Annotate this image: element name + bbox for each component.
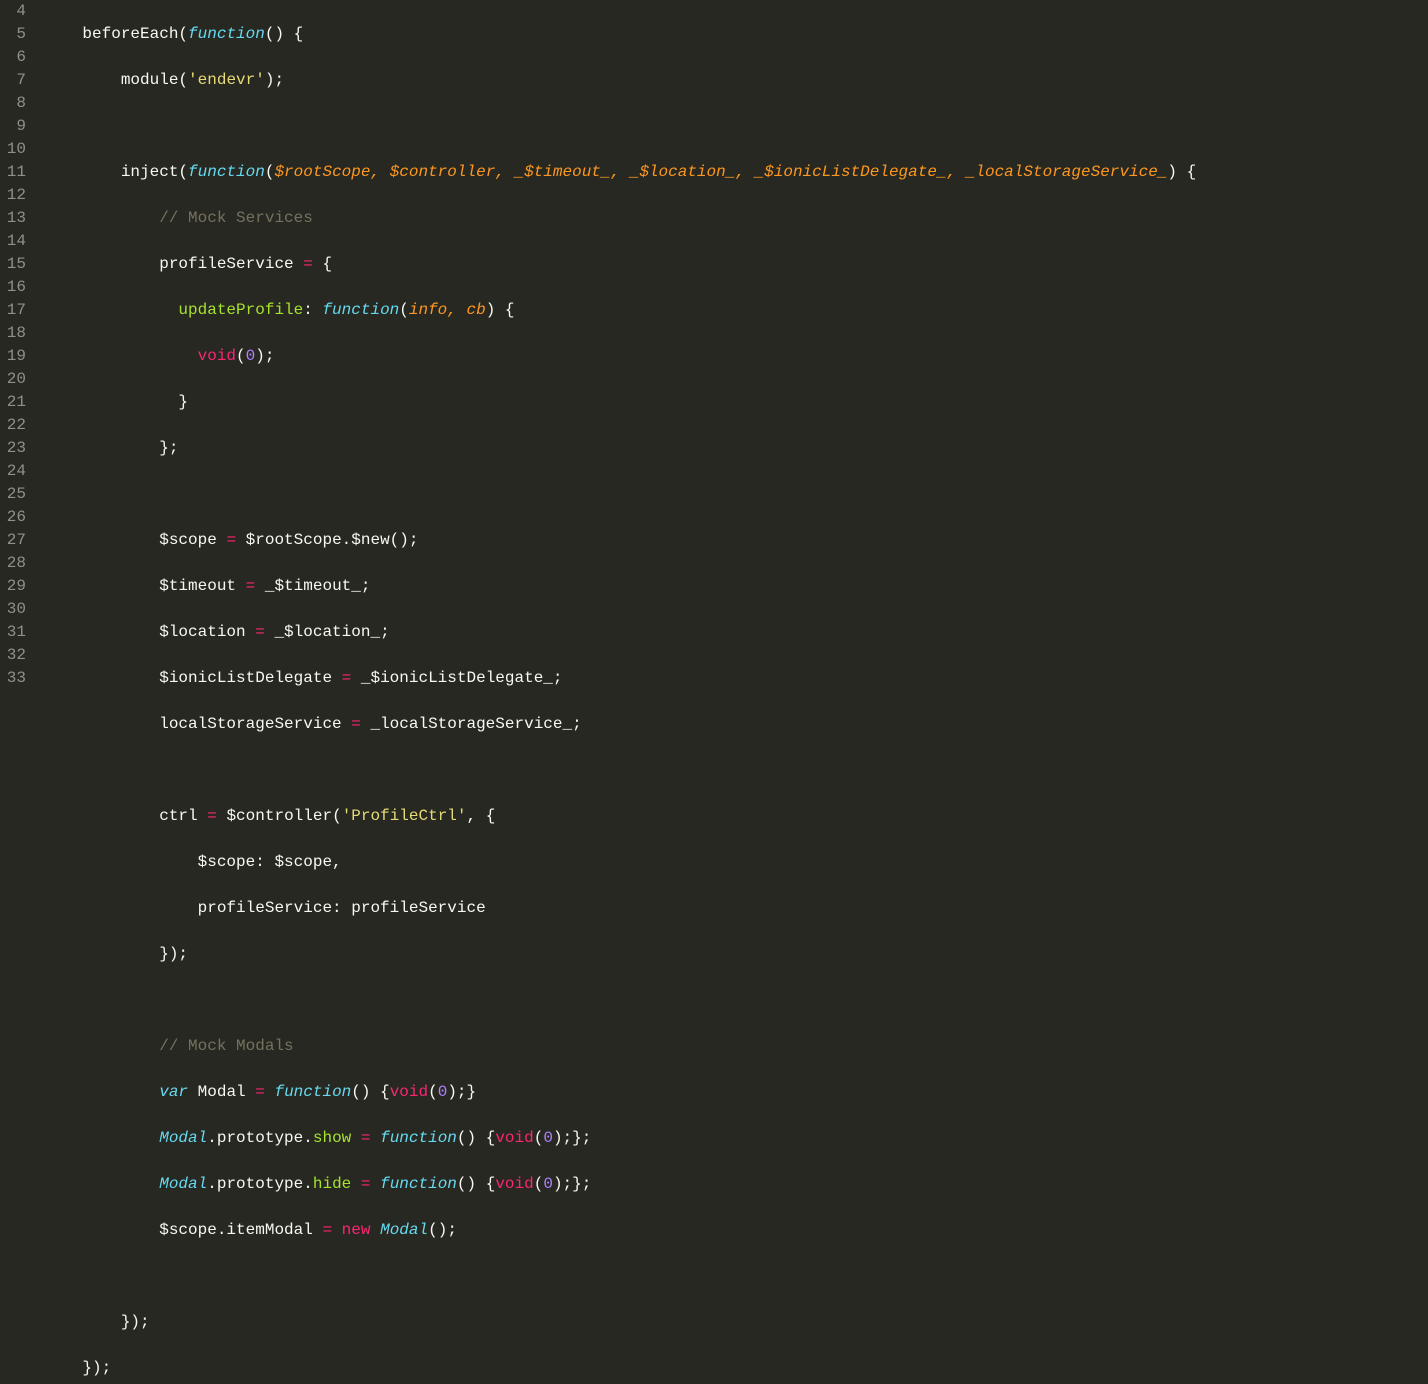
code-line: var Modal = function() {void(0);} xyxy=(44,1081,1428,1104)
code-line: ctrl = $controller('ProfileCtrl', { xyxy=(44,805,1428,828)
code-line: }); xyxy=(44,943,1428,966)
code-line: profileService = { xyxy=(44,253,1428,276)
code-line: } xyxy=(44,391,1428,414)
code-line: $timeout = _$timeout_; xyxy=(44,575,1428,598)
code-line: profileService: profileService xyxy=(44,897,1428,920)
code-line: $location = _$location_; xyxy=(44,621,1428,644)
line-number: 6 xyxy=(0,46,26,69)
line-number: 4 xyxy=(0,0,26,23)
code-line: Modal.prototype.show = function() {void(… xyxy=(44,1127,1428,1150)
code-line xyxy=(44,989,1428,1012)
line-number: 15 xyxy=(0,253,26,276)
code-line xyxy=(44,483,1428,506)
line-number: 7 xyxy=(0,69,26,92)
code-line: $scope.itemModal = new Modal(); xyxy=(44,1219,1428,1242)
code-line: }); xyxy=(44,1357,1428,1380)
code-editor-content[interactable]: beforeEach(function() { module('endevr')… xyxy=(36,0,1428,692)
line-number: 11 xyxy=(0,161,26,184)
line-number: 18 xyxy=(0,322,26,345)
code-line: $ionicListDelegate = _$ionicListDelegate… xyxy=(44,667,1428,690)
line-number: 22 xyxy=(0,414,26,437)
line-number: 28 xyxy=(0,552,26,575)
line-number: 26 xyxy=(0,506,26,529)
code-line: // Mock Modals xyxy=(44,1035,1428,1058)
code-line: void(0); xyxy=(44,345,1428,368)
line-number: 14 xyxy=(0,230,26,253)
line-number: 8 xyxy=(0,92,26,115)
code-line: inject(function($rootScope, $controller,… xyxy=(44,161,1428,184)
code-line: module('endevr'); xyxy=(44,69,1428,92)
line-number: 20 xyxy=(0,368,26,391)
line-number-gutter: 4567891011121314151617181920212223242526… xyxy=(0,0,36,692)
code-line: }; xyxy=(44,437,1428,460)
code-line xyxy=(44,115,1428,138)
line-number: 13 xyxy=(0,207,26,230)
line-number: 16 xyxy=(0,276,26,299)
line-number: 31 xyxy=(0,621,26,644)
line-number: 32 xyxy=(0,644,26,667)
line-number: 21 xyxy=(0,391,26,414)
line-number: 27 xyxy=(0,529,26,552)
line-number: 10 xyxy=(0,138,26,161)
code-line: $scope = $rootScope.$new(); xyxy=(44,529,1428,552)
code-line: updateProfile: function(info, cb) { xyxy=(44,299,1428,322)
line-number: 30 xyxy=(0,598,26,621)
code-line: localStorageService = _localStorageServi… xyxy=(44,713,1428,736)
line-number: 25 xyxy=(0,483,26,506)
line-number: 9 xyxy=(0,115,26,138)
line-number: 19 xyxy=(0,345,26,368)
line-number: 24 xyxy=(0,460,26,483)
code-line xyxy=(44,1265,1428,1288)
code-line: beforeEach(function() { xyxy=(44,23,1428,46)
line-number: 33 xyxy=(0,667,26,690)
line-number: 5 xyxy=(0,23,26,46)
code-line xyxy=(44,759,1428,782)
code-line: // Mock Services xyxy=(44,207,1428,230)
code-line: }); xyxy=(44,1311,1428,1334)
line-number: 12 xyxy=(0,184,26,207)
code-line: $scope: $scope, xyxy=(44,851,1428,874)
code-line: Modal.prototype.hide = function() {void(… xyxy=(44,1173,1428,1196)
line-number: 17 xyxy=(0,299,26,322)
line-number: 23 xyxy=(0,437,26,460)
line-number: 29 xyxy=(0,575,26,598)
